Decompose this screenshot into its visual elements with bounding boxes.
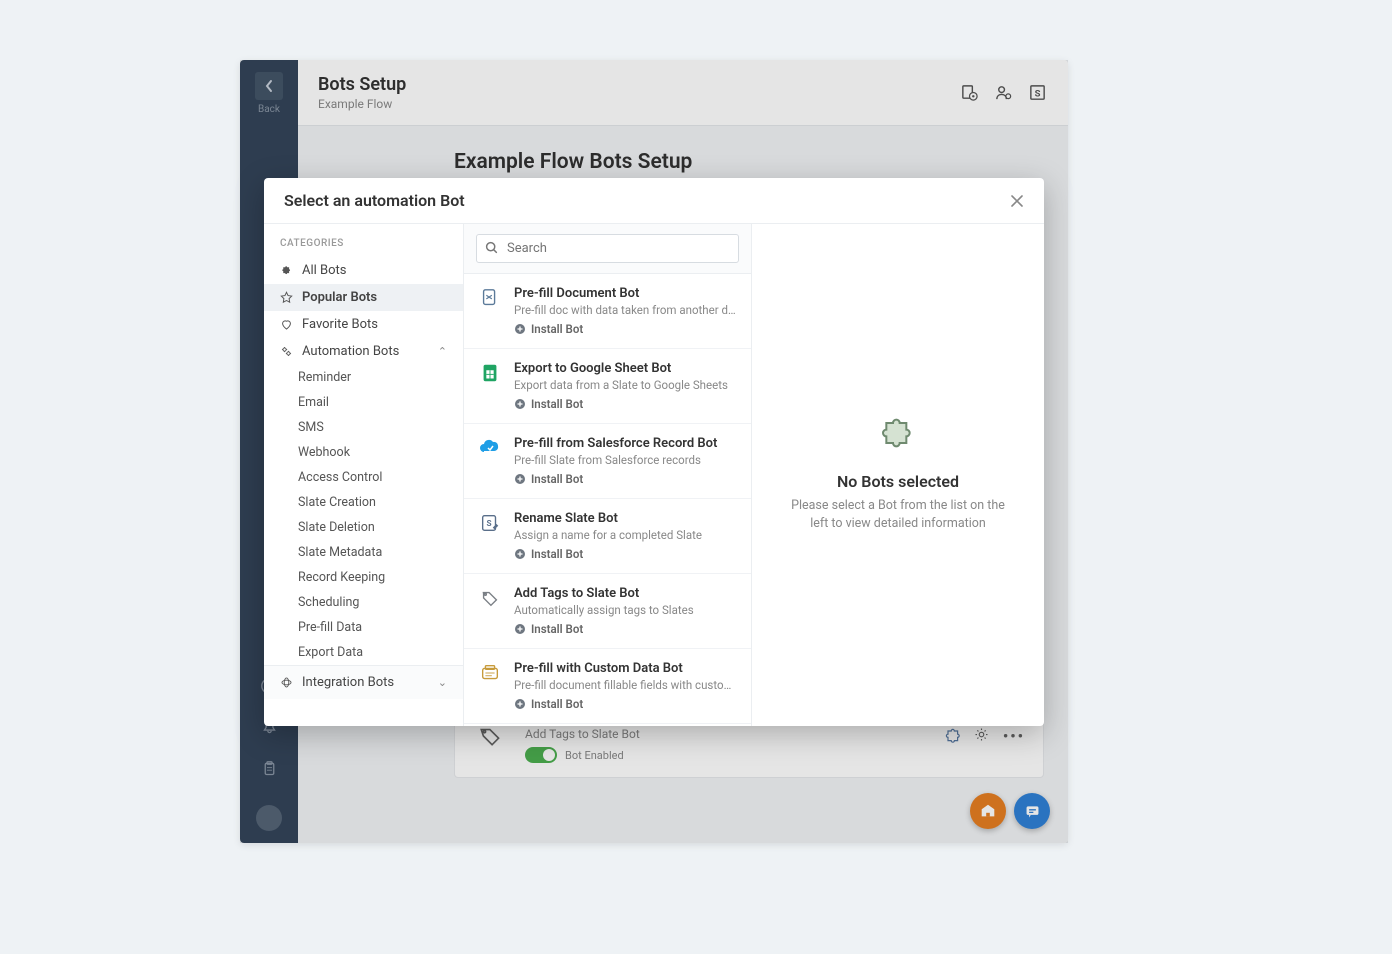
plus-circle-icon: [514, 623, 526, 635]
plus-circle-icon: [514, 548, 526, 560]
bot-item[interactable]: S Rename Slate Bot Assign a name for a c…: [464, 499, 751, 574]
sheet-icon: [478, 361, 502, 385]
detail-subtitle: Please select a Bot from the list on the…: [788, 497, 1008, 532]
bot-item[interactable]: Pre-fill from Salesforce Record Bot Pre-…: [464, 424, 751, 499]
close-icon: [1010, 194, 1024, 208]
svg-text:S: S: [487, 519, 492, 529]
category-label: All Bots: [302, 263, 347, 278]
install-button[interactable]: Install Bot: [514, 547, 737, 561]
category-sub-item[interactable]: Webhook: [264, 440, 463, 465]
install-label: Install Bot: [531, 397, 583, 411]
search-icon: [485, 241, 498, 254]
plus-circle-icon: [514, 473, 526, 485]
plus-circle-icon: [514, 398, 526, 410]
sf-icon: [478, 436, 502, 460]
bot-item-title: Rename Slate Bot: [514, 511, 737, 526]
category-sub-item[interactable]: Pre-fill Data: [264, 615, 463, 640]
category-sub-item[interactable]: Record Keeping: [264, 565, 463, 590]
puzzle-icon: [280, 264, 294, 277]
install-button[interactable]: Install Bot: [514, 622, 737, 636]
tag-icon: [478, 586, 502, 610]
plus-circle-icon: [514, 698, 526, 710]
install-label: Install Bot: [531, 547, 583, 561]
category-label: Integration Bots: [302, 675, 394, 690]
plus-circle-icon: [514, 323, 526, 335]
bot-item[interactable]: Pre-fill with Custom Data Bot Pre-fill d…: [464, 649, 751, 724]
category-sub-item[interactable]: Email: [264, 390, 463, 415]
install-button[interactable]: Install Bot: [514, 697, 737, 711]
category-sub-item[interactable]: SMS: [264, 415, 463, 440]
install-button[interactable]: Install Bot: [514, 472, 737, 486]
gears-icon: [280, 345, 294, 358]
bot-item-desc: Pre-fill document fillable fields with c…: [514, 678, 737, 692]
bot-item-title: Pre-fill Document Bot: [514, 286, 737, 301]
bot-item-title: Pre-fill with Custom Data Bot: [514, 661, 737, 676]
categories-heading: CATEGORIES: [264, 224, 463, 257]
detail-title: No Bots selected: [837, 472, 959, 491]
category-item[interactable]: Integration Bots ⌄: [264, 665, 463, 699]
modal-overlay: Select an automation Bot CATEGORIES All …: [240, 60, 1068, 843]
bot-item-desc: Pre-fill doc with data taken from anothe…: [514, 303, 737, 317]
category-label: Favorite Bots: [302, 317, 378, 332]
install-button[interactable]: Install Bot: [514, 397, 737, 411]
custom-icon: [478, 661, 502, 685]
bot-item[interactable]: Add Tags to Slate Bot Automatically assi…: [464, 574, 751, 649]
bot-item[interactable]: Pre-fill Document Bot Pre-fill doc with …: [464, 274, 751, 349]
category-label: Automation Bots: [302, 344, 399, 359]
install-button[interactable]: Install Bot: [514, 322, 737, 336]
category-item[interactable]: All Bots: [264, 257, 463, 284]
install-label: Install Bot: [531, 472, 583, 486]
category-label: Popular Bots: [302, 290, 377, 305]
doc-icon: [478, 286, 502, 310]
category-sub-item[interactable]: Reminder: [264, 365, 463, 390]
chevron-down-icon: ⌄: [438, 676, 447, 689]
bot-item-desc: Assign a name for a completed Slate: [514, 528, 737, 542]
install-label: Install Bot: [531, 697, 583, 711]
category-item[interactable]: Favorite Bots: [264, 311, 463, 338]
bot-item-title: Pre-fill from Salesforce Record Bot: [514, 436, 737, 451]
bot-item[interactable]: Export to Google Sheet Bot Export data f…: [464, 349, 751, 424]
modal-title: Select an automation Bot: [284, 191, 1010, 210]
bot-item-title: Export to Google Sheet Bot: [514, 361, 737, 376]
bot-list[interactable]: Pre-fill Document Bot Pre-fill doc with …: [464, 274, 751, 726]
rename-icon: S: [478, 511, 502, 535]
detail-panel: No Bots selected Please select a Bot fro…: [752, 224, 1044, 726]
category-sub-item[interactable]: Slate Creation: [264, 490, 463, 515]
chevron-up-icon: ⌃: [438, 345, 447, 358]
category-sub-item[interactable]: Access Control: [264, 465, 463, 490]
puzzle-icon: [878, 418, 918, 458]
star-icon: [280, 291, 294, 304]
modal: Select an automation Bot CATEGORIES All …: [264, 178, 1044, 726]
heart-icon: [280, 318, 294, 331]
bot-item-desc: Automatically assign tags to Slates: [514, 603, 737, 617]
categories-panel: CATEGORIES All Bots Popular Bots Favorite …: [264, 224, 464, 726]
category-item[interactable]: Automation Bots ⌃: [264, 338, 463, 365]
bot-item-desc: Export data from a Slate to Google Sheet…: [514, 378, 737, 392]
bot-item-desc: Pre-fill Slate from Salesforce records: [514, 453, 737, 467]
install-label: Install Bot: [531, 622, 583, 636]
category-sub-item[interactable]: Export Data: [264, 640, 463, 665]
search-input[interactable]: [476, 234, 739, 263]
category-item[interactable]: Popular Bots: [264, 284, 463, 311]
category-sub-item[interactable]: Slate Deletion: [264, 515, 463, 540]
category-sub-item[interactable]: Slate Metadata: [264, 540, 463, 565]
install-label: Install Bot: [531, 322, 583, 336]
bolt-icon: [280, 676, 294, 689]
close-button[interactable]: [1010, 194, 1024, 208]
category-sub-item[interactable]: Scheduling: [264, 590, 463, 615]
bot-item-title: Add Tags to Slate Bot: [514, 586, 737, 601]
bot-list-panel: Pre-fill Document Bot Pre-fill doc with …: [464, 224, 752, 726]
